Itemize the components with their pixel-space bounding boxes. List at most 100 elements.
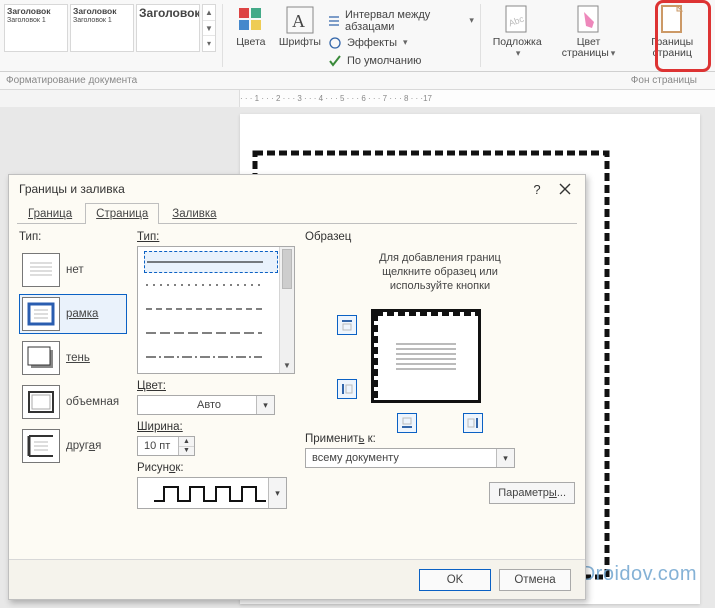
- page-color-icon: [573, 4, 605, 36]
- border-bottom-toggle[interactable]: [397, 413, 417, 433]
- style-title: Заголовок: [7, 7, 65, 16]
- source-watermark: Droidov.com: [581, 563, 697, 586]
- setting-none[interactable]: нет: [19, 250, 127, 290]
- cancel-button[interactable]: Отмена: [499, 569, 571, 591]
- palette-icon: [235, 4, 267, 36]
- chevron-down-icon: ▾: [611, 48, 616, 58]
- scrollbar-thumb[interactable]: [282, 249, 292, 289]
- group-page-background: Фон страницы: [631, 75, 715, 86]
- preview-page[interactable]: [371, 309, 481, 403]
- borders-shading-dialog: Границы и заливка ? Граница Страница Зал…: [8, 174, 586, 600]
- close-button[interactable]: [551, 178, 579, 200]
- page-borders-icon: [656, 4, 688, 36]
- style-label: Тип:: [137, 231, 295, 243]
- preview-stage: [305, 301, 575, 431]
- tab-border[interactable]: Граница: [17, 203, 83, 224]
- paragraph-spacing-button[interactable]: Интервал между абзацами ▾: [327, 9, 474, 33]
- dialog-footer: OK Отмена: [9, 559, 585, 599]
- none-icon: [22, 253, 60, 287]
- ribbon-group-labels: Форматирование документа Фон страницы: [0, 72, 715, 90]
- preview-column: Образец Для добавления границ щелкните о…: [305, 231, 575, 555]
- width-label: Ширина:: [137, 421, 295, 433]
- style-subtitle: Заголовок 1: [73, 17, 131, 24]
- preview-label: Образец: [305, 231, 575, 243]
- chevron-down-icon[interactable]: ▾: [268, 478, 286, 508]
- svg-text:A: A: [292, 11, 305, 31]
- setting-custom-label: другая: [66, 440, 101, 452]
- close-icon: [559, 183, 571, 195]
- horizontal-ruler[interactable]: · · · 1 · · · 2 · · · 3 · · · 4 · · · 5 …: [0, 90, 715, 108]
- color-value: Авто: [144, 399, 274, 411]
- page-borders-label: Границы страниц: [635, 37, 709, 59]
- watermark-button[interactable]: Abc Подложка ▾: [487, 0, 548, 71]
- setting-box-label: рамка: [66, 308, 98, 320]
- width-spinner[interactable]: 10 пт ▲▼: [137, 436, 195, 456]
- scrollbar[interactable]: ▲ ▼: [279, 247, 294, 373]
- setting-custom[interactable]: другая: [19, 426, 127, 466]
- set-default-button[interactable]: По умолчанию: [327, 53, 474, 69]
- threeD-icon: [22, 385, 60, 419]
- apply-to-label: Применить к:: [305, 433, 575, 445]
- separator: [222, 4, 223, 67]
- style-tile[interactable]: Заголовок: [136, 4, 200, 52]
- setting-shadow-label: тень: [66, 352, 90, 364]
- chevron-down-icon: ▾: [403, 37, 408, 48]
- ribbon: Заголовок Заголовок 1 Заголовок Заголово…: [0, 0, 715, 72]
- width-value: 10 пт: [144, 440, 170, 452]
- font-icon: A: [284, 4, 316, 36]
- page-borders-button[interactable]: Границы страниц: [629, 0, 715, 71]
- art-combo[interactable]: ▾: [137, 477, 287, 509]
- style-tile[interactable]: Заголовок Заголовок 1: [70, 4, 134, 52]
- chevron-down-icon[interactable]: ▼: [203, 21, 215, 37]
- style-title: Заголовок: [139, 7, 197, 20]
- options-button[interactable]: Параметры...: [489, 482, 575, 504]
- border-left-toggle[interactable]: [337, 379, 357, 399]
- chevron-up-icon[interactable]: ▲: [203, 5, 215, 21]
- spacing-icon: [327, 13, 341, 29]
- preview-hint: Для добавления границ щелкните образец и…: [305, 252, 575, 293]
- style-tile[interactable]: Заголовок Заголовок 1: [4, 4, 68, 52]
- styles-gallery[interactable]: Заголовок Заголовок 1 Заголовок Заголово…: [4, 0, 216, 71]
- apply-to-combo[interactable]: всему документу ▾: [305, 448, 515, 468]
- border-right-toggle[interactable]: [463, 413, 483, 433]
- color-label: Цвет:: [137, 380, 295, 392]
- gallery-scroll[interactable]: ▲ ▼ ▾: [202, 4, 216, 52]
- chevron-down-icon[interactable]: ▾: [496, 449, 514, 467]
- custom-icon: [22, 429, 60, 463]
- color-combo[interactable]: Авто ▾: [137, 395, 275, 415]
- colors-label: Цвета: [236, 37, 265, 48]
- themes-fonts-button[interactable]: A Шрифты: [273, 0, 327, 71]
- apply-to-value: всему документу: [312, 452, 399, 464]
- setting-shadow[interactable]: тень: [19, 338, 127, 378]
- chevron-down-icon[interactable]: ▼: [280, 358, 294, 373]
- paragraph-spacing-label: Интервал между абзацами: [345, 9, 463, 33]
- chevron-down-icon[interactable]: ▼: [179, 447, 194, 456]
- chevron-down-icon: ▾: [469, 15, 474, 26]
- page-color-button[interactable]: Цвет страницы▾: [548, 0, 630, 71]
- setting-3d-label: объемная: [66, 396, 119, 408]
- effects-icon: [327, 35, 343, 51]
- border-top-toggle[interactable]: [337, 315, 357, 335]
- check-icon: [327, 53, 343, 69]
- shadow-icon: [22, 341, 60, 375]
- chevron-down-icon[interactable]: ▾: [256, 396, 274, 414]
- dialog-tabs: Граница Страница Заливка: [9, 203, 585, 224]
- dialog-titlebar[interactable]: Границы и заливка ?: [9, 175, 585, 203]
- setting-3d[interactable]: объемная: [19, 382, 127, 422]
- line-style-listbox[interactable]: ▲ ▼: [137, 246, 295, 374]
- themes-colors-button[interactable]: Цвета: [229, 0, 273, 71]
- chevron-up-icon[interactable]: ▲: [179, 437, 194, 447]
- formatting-options: Интервал между абзацами ▾ Эффекты ▾ По у…: [327, 0, 474, 71]
- group-document-formatting: Форматирование документа: [0, 75, 631, 86]
- more-icon[interactable]: ▾: [203, 36, 215, 51]
- setting-box[interactable]: рамка: [19, 294, 127, 334]
- box-icon: [22, 297, 60, 331]
- style-title: Заголовок: [73, 7, 131, 16]
- dialog-body: Тип: нет рамка тень объемная: [9, 225, 585, 555]
- ok-button[interactable]: OK: [419, 569, 491, 591]
- tab-page[interactable]: Страница: [85, 203, 159, 224]
- effects-button[interactable]: Эффекты ▾: [327, 35, 474, 51]
- help-button[interactable]: ?: [523, 178, 551, 200]
- style-column: Тип: ▲ ▼ Цвет: Авто ▾: [137, 231, 295, 555]
- tab-fill[interactable]: Заливка: [161, 203, 227, 224]
